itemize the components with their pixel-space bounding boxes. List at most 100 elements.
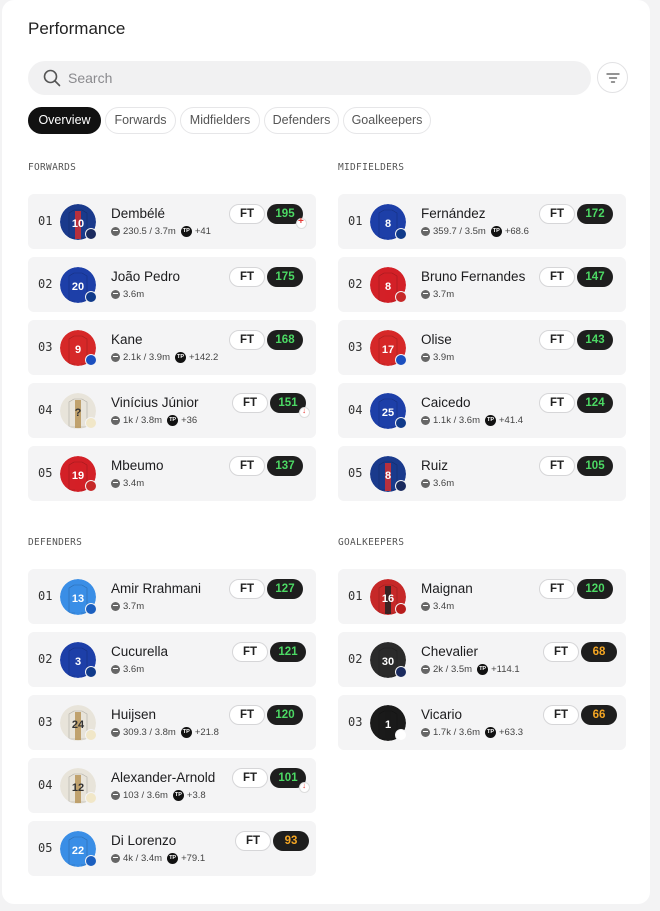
status-badge: FT [539,579,575,599]
player-card[interactable]: 04 25 Caicedo 1.1k / 3.6m TP +41.4 FT 124 [338,383,626,438]
club-badge-icon [395,228,407,240]
kit-number: 1 [385,719,391,731]
player-name[interactable]: Alexander-Arnold [111,770,215,785]
search-input[interactable] [68,61,568,95]
tp-icon: TP [485,415,496,426]
player-name[interactable]: Caicedo [421,395,471,410]
tp-value: +3.8 [186,790,206,801]
status-badge: FT [539,393,575,413]
player-name[interactable]: Chevalier [421,644,478,659]
player-card[interactable]: 03 1 Vicario 1.7k / 3.6m TP +63.3 FT 66 [338,695,626,750]
points-badge: 172 [577,204,613,224]
player-card[interactable]: 04 12 Alexander-Arnold 103 / 3.6m TP +3.8 FT 10… [28,758,316,813]
player-card[interactable]: 02 3 Cucurella 3.6m FT 121 [28,632,316,687]
status-badge: FT [229,579,265,599]
player-name[interactable]: Vicario [421,707,462,722]
tab-forwards[interactable]: Forwards [105,107,176,134]
player-meta: 2.1k / 3.9m TP +142.2 [111,352,218,363]
tab-overview[interactable]: Overview [28,107,101,134]
club-badge-icon [85,792,97,804]
player-name[interactable]: Vinícius Júnior [111,395,199,410]
player-name[interactable]: Olise [421,332,452,347]
page-title: Performance [28,19,126,38]
player-name[interactable]: Dembélé [111,206,165,221]
player-card[interactable]: 03 17 Olise 3.9m FT 143 [338,320,626,375]
player-stat: 3.9m [433,352,455,363]
player-meta: 309.3 / 3.8m TP +21.8 [111,727,219,738]
player-name[interactable]: João Pedro [111,269,180,284]
player-rank: 01 [348,589,363,603]
player-stat: 3.7m [433,289,455,300]
search-bar[interactable] [28,61,591,95]
player-rank: 02 [348,277,363,291]
kit-number: 10 [72,218,84,230]
player-meta: 1.7k / 3.6m TP +63.3 [421,727,523,738]
player-card[interactable]: 05 22 Di Lorenzo 4k / 3.4m TP +79.1 FT 93 [28,821,316,876]
club-badge-icon [395,291,407,303]
tp-icon: TP [180,727,192,738]
player-name[interactable]: Maignan [421,581,473,596]
player-rank: 04 [348,403,363,417]
club-badge-icon [85,354,97,366]
club-badge-icon [85,855,97,867]
player-card[interactable]: 01 10 Dembélé 230.5 / 3.7m TP +41 FT 195 [28,194,316,249]
player-stat: 3.6m [123,664,145,675]
tp-icon: TP [485,727,496,738]
ownership-icon [111,353,120,362]
tab-goalkeepers[interactable]: Goalkeepers [343,107,431,134]
player-card[interactable]: 02 20 João Pedro 3.6m FT 175 [28,257,316,312]
player-card[interactable]: 01 8 Fernández 359.7 / 3.5m TP +68.6 FT 172 [338,194,626,249]
player-name[interactable]: Huijsen [111,707,156,722]
tp-value: +68.6 [504,226,529,237]
player-meta: 3.7m [421,289,454,300]
tp-icon: TP [175,352,186,363]
player-name[interactable]: Cucurella [111,644,168,659]
ownership-icon [421,353,430,362]
kit-number: 9 [75,344,81,356]
tp-value: +41.4 [499,415,524,426]
club-badge-icon [85,666,97,678]
player-stat: 4k / 3.4m [123,853,163,864]
points-badge: 168 [267,330,303,350]
points-badge: 68 [581,642,617,662]
status-badge: FT [539,267,575,287]
player-name[interactable]: Amir Rrahmani [111,581,201,596]
player-name[interactable]: Kane [111,332,143,347]
player-card[interactable]: 03 9 Kane 2.1k / 3.9m TP +142.2 FT 168 [28,320,316,375]
player-name[interactable]: Mbeumo [111,458,164,473]
player-stat: 3.4m [433,601,455,612]
player-meta: 1.1k / 3.6m TP +41.4 [421,415,523,426]
ownership-icon [111,290,120,299]
status-badge: FT [229,330,265,350]
player-name[interactable]: Di Lorenzo [111,833,176,848]
player-card[interactable]: 04? Vinícius Júnior 1k / 3.8m TP +36 FT 151 [28,383,316,438]
player-meta: 3.6m [421,478,454,489]
ownership-icon [421,602,430,611]
status-badge: FT [539,330,575,350]
kit-number: 17 [382,344,394,356]
ownership-icon [421,728,430,737]
player-card[interactable]: 02 30 Chevalier 2k / 3.5m TP +114.1 FT 68 [338,632,626,687]
player-card[interactable]: 05 8 Ruiz 3.6m FT 105 [338,446,626,501]
tab-midfielders[interactable]: Midfielders [180,107,260,134]
kit-number: 19 [72,470,84,482]
player-meta: 103 / 3.6m TP +3.8 [111,790,206,801]
player-card[interactable]: 01 13 Amir Rrahmani 3.7m FT 127 [28,569,316,624]
player-rank: 05 [348,466,363,480]
filter-button[interactable] [597,62,628,93]
player-rank: 04 [38,403,53,417]
player-card[interactable]: 01 16 Maignan 3.4m FT 120 [338,569,626,624]
ownership-icon [111,854,120,863]
injury-flag-icon [296,216,307,229]
player-name[interactable]: Fernández [421,206,486,221]
player-card[interactable]: 03 24 Huijsen 309.3 / 3.8m TP +21.8 FT 120 [28,695,316,750]
player-stat: 230.5 / 3.7m [123,226,176,237]
player-card[interactable]: 02 8 Bruno Fernandes 3.7m FT 147 [338,257,626,312]
player-rank: 02 [348,652,363,666]
kit-number: 22 [72,845,84,857]
player-card[interactable]: 05 19 Mbeumo 3.4m FT 137 [28,446,316,501]
player-stat: 3.4m [123,478,145,489]
player-name[interactable]: Bruno Fernandes [421,269,525,284]
tab-defenders[interactable]: Defenders [264,107,339,134]
player-name[interactable]: Ruiz [421,458,448,473]
